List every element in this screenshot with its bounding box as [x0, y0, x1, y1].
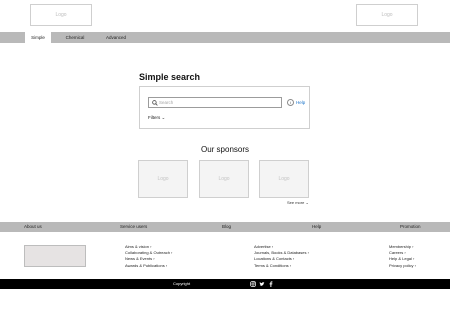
header-logo-right[interactable]: Logo — [356, 4, 418, 26]
tab-advanced[interactable]: Advanced — [102, 32, 130, 43]
search-panel: Search i Help Filters ⌄ — [139, 86, 310, 129]
search-mode-tabbar: Simple Chemical Advanced — [0, 32, 450, 43]
footer-image-placeholder — [24, 245, 86, 267]
footer-link[interactable]: Help & Legal › — [389, 256, 416, 262]
twitter-icon[interactable] — [259, 281, 265, 287]
footer-nav-promotion[interactable]: Promotion — [400, 222, 421, 232]
sponsors-title: Our sponsors — [200, 145, 250, 154]
help-link[interactable]: Help — [296, 100, 305, 105]
filters-toggle[interactable]: Filters ⌄ — [148, 115, 165, 121]
footer-nav-blog[interactable]: Blog — [222, 222, 231, 232]
search-title: Simple search — [139, 72, 201, 82]
footer-links-promotion: Membership › Careers › Help & Legal › Pr… — [389, 244, 416, 269]
footer-links-service: Advertise › Journals, Books & Databases … — [254, 244, 309, 269]
sponsor-logo[interactable]: Logo — [259, 160, 309, 198]
tab-chemical[interactable]: Chemical — [62, 32, 88, 43]
footer-link[interactable]: Terms & Conditions › — [254, 263, 309, 269]
tab-simple[interactable]: Simple — [25, 32, 51, 43]
instagram-icon[interactable] — [250, 281, 256, 287]
logo-text: Logo — [157, 176, 169, 182]
facebook-icon[interactable] — [268, 281, 274, 287]
footer-link[interactable]: Awards & Publications › — [125, 263, 172, 269]
footer-nav-service-users[interactable]: Service users — [120, 222, 147, 232]
sponsor-logo[interactable]: Logo — [138, 160, 188, 198]
footer-links-about: Aims & vision › Collaborating & Outreach… — [125, 244, 172, 269]
footer-nav: About us Service users Blog Help Promoti… — [0, 222, 450, 232]
help-icon[interactable]: i — [287, 99, 294, 106]
logo-text: Logo — [278, 176, 290, 182]
see-more-link[interactable]: See more ⌄ — [287, 200, 309, 205]
sponsor-logo[interactable]: Logo — [199, 160, 249, 198]
footer-link[interactable]: Privacy policy › — [389, 263, 416, 269]
logo-text: Logo — [218, 176, 230, 182]
copyright-bar: Copyright — [0, 279, 450, 289]
search-input[interactable]: Search — [148, 97, 282, 108]
logo-text: Logo — [55, 12, 67, 18]
header-logo-left[interactable]: Logo — [30, 4, 92, 26]
logo-text: Logo — [381, 12, 393, 18]
search-icon — [152, 100, 158, 106]
search-placeholder: Search — [159, 100, 174, 105]
copyright-text: Copyright — [173, 281, 191, 286]
footer-nav-about[interactable]: About us — [24, 222, 42, 232]
footer-nav-help[interactable]: Help — [312, 222, 321, 232]
